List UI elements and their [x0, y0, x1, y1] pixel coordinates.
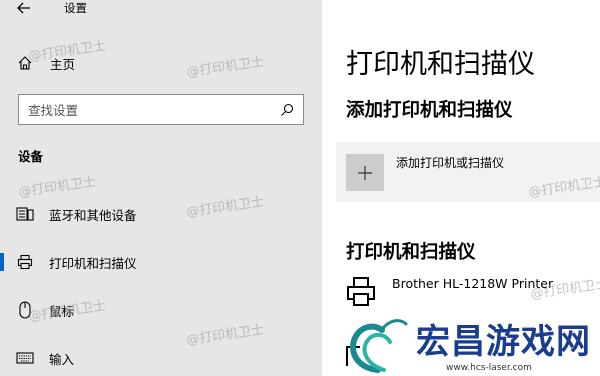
page-title: 打印机和扫描仪 — [346, 49, 535, 80]
add-printer-button[interactable]: 添加打印机或扫描仪 — [336, 142, 600, 202]
sidebar-item-label: 输入 — [49, 351, 75, 367]
sidebar-item-printers[interactable]: 打印机和扫描仪 — [0, 242, 322, 282]
printer-icon — [16, 253, 34, 271]
sidebar-item-home[interactable]: 主页 — [0, 50, 322, 76]
site-logo: 宏昌游戏网 www.hcs-laser.com — [342, 308, 600, 376]
back-arrow-icon[interactable] — [14, 0, 34, 18]
section-heading: 设备 — [18, 149, 44, 164]
keyboard-phone-icon — [16, 205, 34, 223]
dragon-logo-icon — [349, 319, 408, 373]
sidebar-item-bluetooth[interactable]: 蓝牙和其他设备 — [0, 194, 322, 234]
sidebar: 设置 主页 设备 蓝牙和其他设备 打印机和扫描仪 鼠标 — [0, 0, 322, 376]
printers-section-title: 打印机和扫描仪 — [346, 242, 476, 263]
printer-icon — [346, 276, 376, 308]
mouse-icon — [16, 301, 34, 319]
sidebar-item-label: 蓝牙和其他设备 — [49, 207, 137, 223]
add-section-title: 添加打印机和扫描仪 — [346, 100, 513, 121]
printer-name: Brother HL-1218W Printer — [392, 276, 554, 291]
sidebar-item-label: 鼠标 — [49, 303, 75, 319]
search-input[interactable] — [28, 101, 268, 119]
sidebar-item-label: 主页 — [50, 56, 76, 72]
search-icon[interactable] — [280, 102, 294, 116]
add-printer-label: 添加打印机或扫描仪 — [396, 156, 505, 170]
keyboard-icon — [16, 349, 34, 367]
app-title: 设置 — [64, 1, 87, 15]
sidebar-item-mouse[interactable]: 鼠标 — [0, 290, 322, 330]
plus-icon[interactable] — [346, 154, 384, 191]
titlebar: 设置 — [0, 0, 322, 22]
logo-text: 宏昌游戏网 — [416, 322, 591, 362]
sidebar-item-input[interactable]: 输入 — [0, 338, 322, 376]
home-icon — [17, 55, 33, 71]
active-indicator — [0, 253, 4, 271]
sidebar-item-label: 打印机和扫描仪 — [49, 255, 137, 271]
logo-url: www.hcs-laser.com — [446, 363, 532, 373]
search-box[interactable] — [18, 94, 304, 125]
